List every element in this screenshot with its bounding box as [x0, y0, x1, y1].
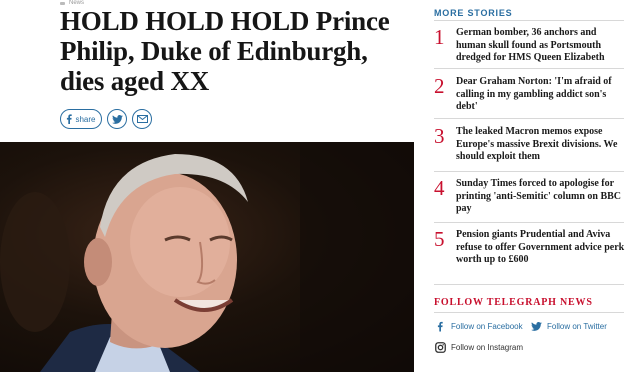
follow-instagram-label: Follow on Instagram	[451, 342, 524, 352]
story-item[interactable]: 3 The leaked Macron memos expose Europe'…	[434, 126, 626, 164]
divider	[434, 20, 624, 21]
email-icon	[136, 115, 148, 123]
divider	[434, 68, 624, 69]
follow-facebook-label: Follow on Facebook	[451, 321, 523, 331]
follow-instagram-link[interactable]: Follow on Instagram	[434, 341, 523, 353]
follow-heading: FOLLOW TELEGRAPH NEWS	[434, 297, 593, 308]
story-link[interactable]: Sunday Times forced to apologise for pri…	[456, 178, 626, 216]
follow-twitter-link[interactable]: Follow on Twitter	[530, 320, 607, 332]
facebook-icon	[434, 320, 446, 332]
divider	[434, 222, 624, 223]
story-item[interactable]: 1 German bomber, 36 anchors and human sk…	[434, 27, 626, 65]
more-stories-heading: MORE STORIES	[434, 8, 513, 18]
story-link[interactable]: German bomber, 36 anchors and human skul…	[456, 27, 626, 65]
story-rank: 4	[434, 176, 445, 200]
breadcrumb-icon	[60, 1, 65, 5]
share-label: share	[75, 114, 96, 124]
story-item[interactable]: 4 Sunday Times forced to apologise for p…	[434, 178, 626, 216]
twitter-share-button[interactable]	[107, 109, 127, 129]
story-rank: 5	[434, 227, 445, 251]
follow-twitter-label: Follow on Twitter	[547, 321, 607, 331]
facebook-icon	[67, 114, 73, 124]
twitter-icon	[530, 320, 542, 332]
portrait-photo	[0, 142, 414, 372]
article-hero-image	[0, 142, 414, 372]
story-item[interactable]: 2 Dear Graham Norton: 'I'm afraid of cal…	[434, 76, 626, 114]
facebook-share-button[interactable]: share	[60, 109, 102, 129]
article-headline: HOLD HOLD HOLD Prince Philip, Duke of Ed…	[60, 6, 390, 96]
twitter-icon	[111, 114, 123, 124]
divider	[434, 284, 624, 285]
story-item[interactable]: 5 Pension giants Prudential and Aviva re…	[434, 229, 626, 267]
story-link[interactable]: Pension giants Prudential and Aviva refu…	[456, 229, 626, 267]
divider	[434, 118, 624, 119]
divider	[434, 171, 624, 172]
divider	[434, 312, 624, 313]
story-rank: 3	[434, 124, 445, 148]
story-rank: 2	[434, 74, 445, 98]
email-share-button[interactable]	[132, 109, 152, 129]
follow-facebook-link[interactable]: Follow on Facebook	[434, 320, 523, 332]
instagram-icon	[434, 341, 446, 353]
story-link[interactable]: Dear Graham Norton: 'I'm afraid of calli…	[456, 76, 626, 114]
story-rank: 1	[434, 25, 445, 49]
story-link[interactable]: The leaked Macron memos expose Europe's …	[456, 126, 626, 164]
share-bar: share	[60, 109, 152, 129]
